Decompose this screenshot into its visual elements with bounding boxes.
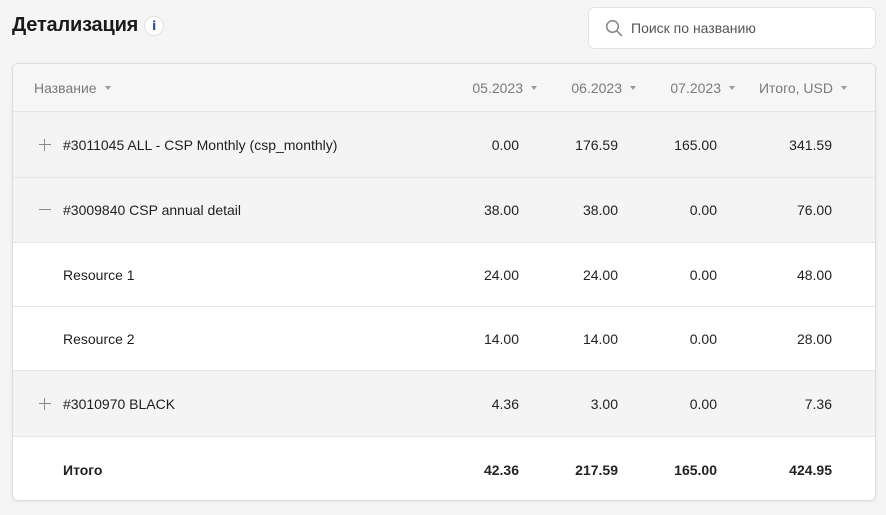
- plus-icon[interactable]: [38, 397, 52, 411]
- row-value: 28.00: [796, 330, 832, 347]
- row-value: 24.00: [582, 266, 618, 283]
- row-value: 0.00: [689, 202, 717, 218]
- column-header-name[interactable]: Название: [34, 64, 111, 111]
- table-row: Resource 2 14.00 14.00 0.00 28.00: [13, 307, 875, 371]
- row-value: 38.00: [582, 202, 618, 218]
- row-name: Resource 2: [63, 330, 135, 347]
- table-header: Название 05.2023 06.2023 07.2023 Итого, …: [13, 64, 875, 112]
- row-value: 7.36: [804, 395, 832, 412]
- row-value: 14.00: [483, 330, 519, 347]
- row-value: 76.00: [796, 202, 832, 218]
- row-name: #3011045 ALL - CSP Monthly (csp_monthly): [63, 136, 338, 153]
- total-value: 165.00: [674, 461, 717, 478]
- row-value: 38.00: [483, 202, 519, 218]
- row-value: 0.00: [689, 330, 717, 347]
- title-group: Детализация i: [12, 14, 165, 37]
- row-value: 48.00: [796, 266, 832, 283]
- row-name: #3010970 BLACK: [63, 395, 176, 412]
- row-name: Resource 1: [63, 266, 135, 283]
- search-input[interactable]: [631, 20, 871, 36]
- row-value: 0.00: [689, 266, 717, 283]
- page-header: Детализация i: [0, 0, 886, 60]
- row-value: 165.00: [674, 136, 717, 153]
- row-value: 341.59: [789, 136, 832, 153]
- total-row: Итого 42.36 217.59 165.00 424.95: [13, 437, 875, 500]
- row-name: #3009840 CSP annual detail: [63, 202, 242, 218]
- total-value: 424.95: [789, 461, 832, 478]
- row-value: 0.00: [689, 395, 717, 412]
- sort-down-icon: [104, 85, 111, 90]
- column-header-total[interactable]: Итого, USD: [717, 64, 847, 111]
- row-value: 176.59: [575, 136, 618, 153]
- page-title: Детализация: [12, 14, 139, 36]
- table-row: Resource 1 24.00 24.00 0.00 48.00: [13, 243, 875, 307]
- search-icon: [605, 19, 623, 37]
- search-box[interactable]: [588, 7, 876, 49]
- row-value: 0.00: [491, 136, 519, 153]
- total-value: 217.59: [575, 461, 618, 478]
- row-value: 24.00: [483, 266, 519, 283]
- plus-icon[interactable]: [38, 138, 52, 152]
- total-label: Итого: [63, 461, 103, 478]
- row-value: 4.36: [491, 395, 519, 412]
- total-value: 42.36: [483, 461, 519, 478]
- minus-icon[interactable]: [38, 203, 52, 217]
- table-row: #3011045 ALL - CSP Monthly (csp_monthly)…: [13, 112, 875, 178]
- details-table: Название 05.2023 06.2023 07.2023 Итого, …: [12, 63, 876, 501]
- table-row: #3009840 CSP annual detail 38.00 38.00 0…: [13, 178, 875, 243]
- sort-down-icon: [841, 85, 847, 90]
- row-value: 3.00: [590, 395, 618, 412]
- table-row: #3010970 BLACK 4.36 3.00 0.00 7.36: [13, 371, 875, 437]
- info-icon[interactable]: i: [144, 15, 165, 36]
- row-value: 14.00: [582, 330, 618, 347]
